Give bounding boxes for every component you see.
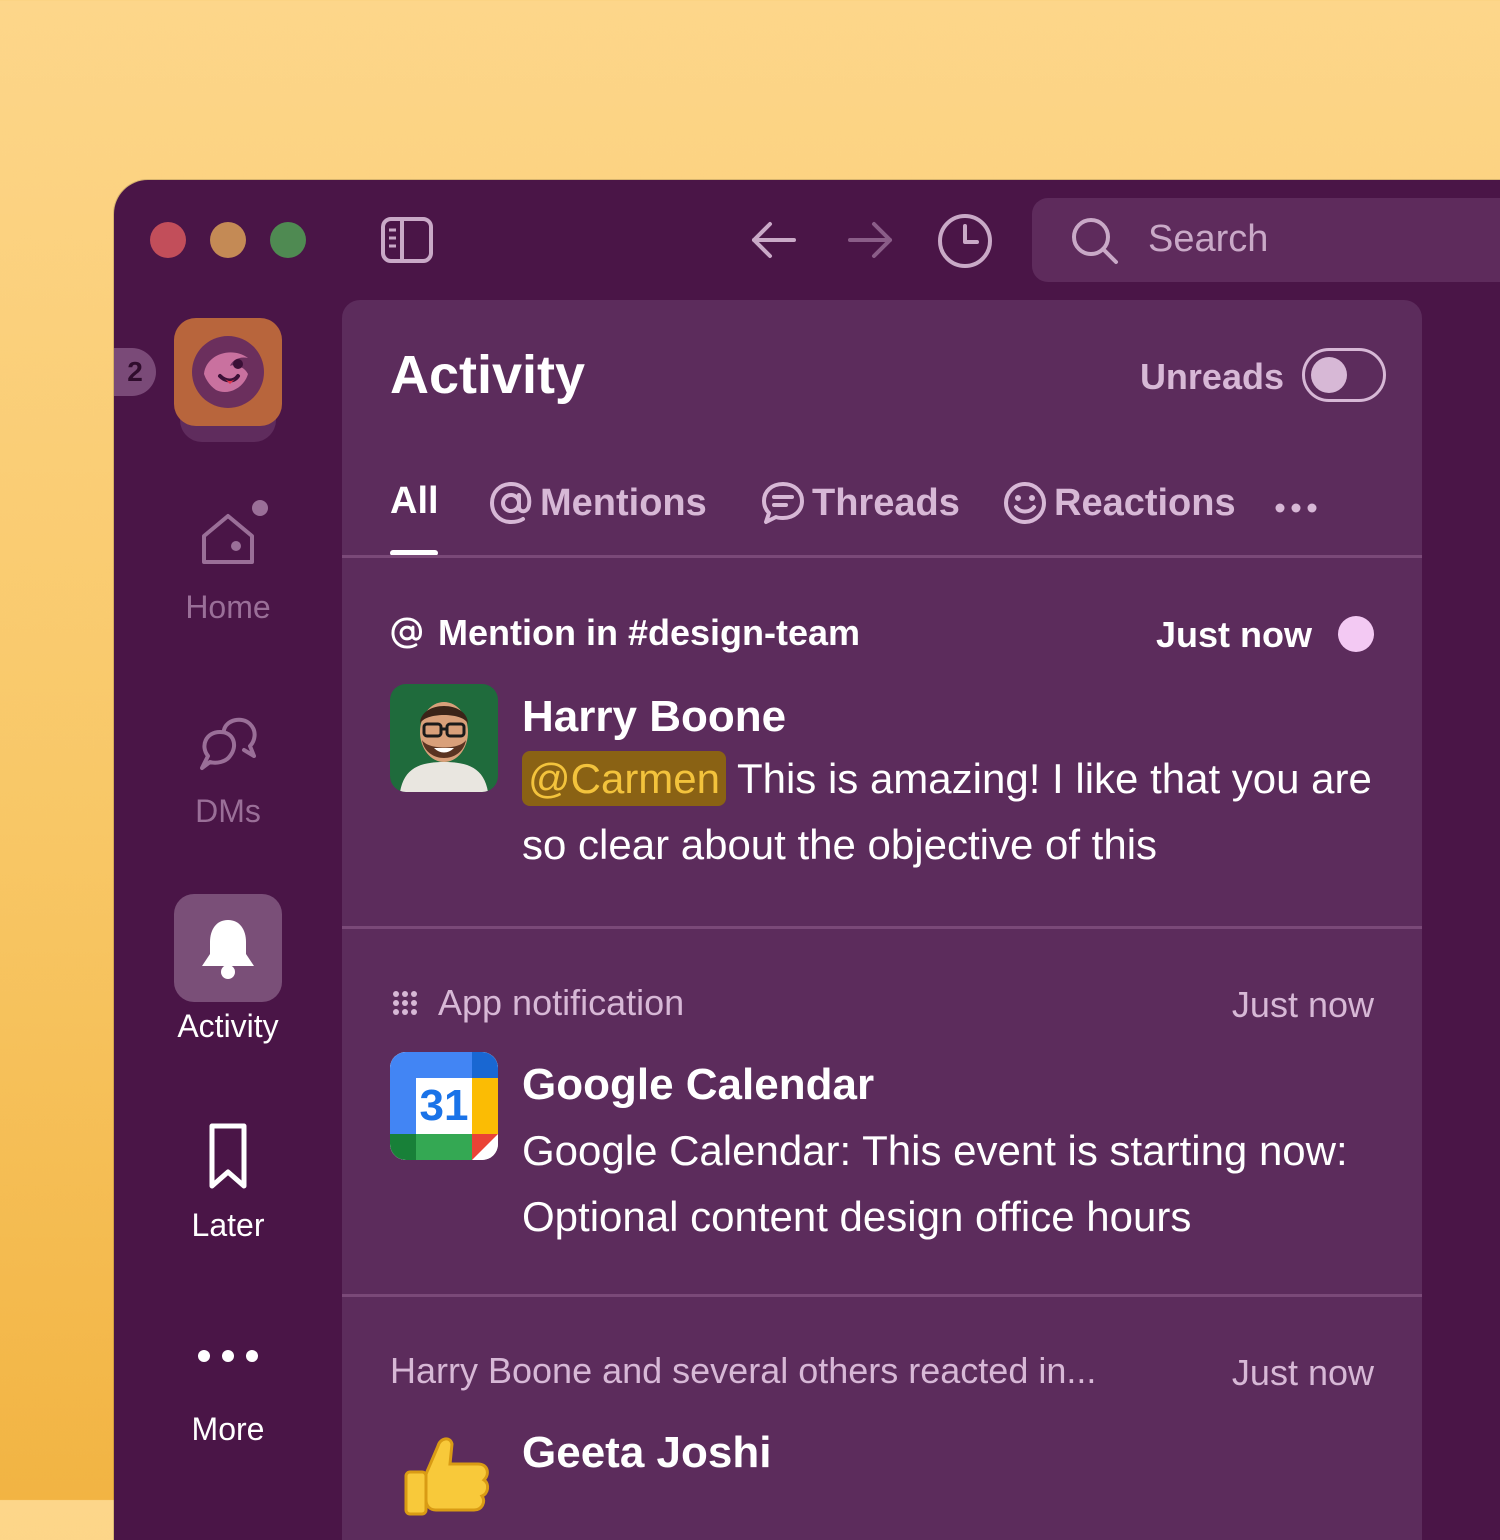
search-icon: [1072, 218, 1118, 264]
maximize-window-button[interactable]: [270, 222, 306, 258]
more-horizontal-icon: [1275, 503, 1317, 513]
activity-item-context: Harry Boone and several others reacted i…: [390, 1350, 1096, 1392]
unread-indicator: [1338, 616, 1374, 652]
message-author[interactable]: Harry Boone: [522, 692, 786, 742]
app-grid-icon: [393, 991, 417, 1015]
unreads-label: Unreads: [1139, 356, 1284, 397]
mention-context-text: Mention in #design-team: [438, 612, 861, 653]
calendar-day-number: 31: [419, 1081, 469, 1130]
activity-selected-box: [174, 894, 282, 1002]
activity-item-time: Just now: [1231, 1352, 1374, 1393]
tab-all-label: All: [390, 480, 439, 522]
activity-item-context: App notification: [390, 982, 684, 1024]
rail-item-activity[interactable]: Activity: [154, 894, 302, 1045]
search-bar[interactable]: Search: [1032, 198, 1500, 282]
avatar[interactable]: [390, 684, 498, 792]
workspace-unread-badge: 2: [114, 348, 156, 396]
tab-reactions[interactable]: Reactions: [1002, 480, 1236, 526]
message-author[interactable]: Geeta Joshi: [522, 1428, 771, 1478]
rail-item-dms[interactable]: DMs: [154, 702, 302, 830]
activity-item-context: Mention in #design-team: [390, 612, 860, 654]
smiley-icon: [1004, 482, 1046, 524]
forward-arrow-icon[interactable]: [846, 218, 894, 262]
message-author[interactable]: Google Calendar: [522, 1060, 874, 1110]
reaction-context-text: Harry Boone and several others reacted i…: [390, 1350, 1097, 1391]
rail-label-home: Home: [185, 589, 271, 625]
rail-label-later: Later: [191, 1207, 265, 1243]
history-clock-icon[interactable]: [936, 212, 994, 270]
message-body: Google Calendar: This event is starting …: [522, 1127, 1348, 1240]
workspace-logo-icon: [192, 336, 264, 408]
search-placeholder: Search: [1148, 218, 1269, 260]
home-icon: [202, 500, 268, 564]
google-calendar-avatar[interactable]: 31: [390, 1052, 498, 1160]
unreads-toggle[interactable]: [1302, 348, 1386, 402]
minimize-window-button[interactable]: [210, 222, 246, 258]
tab-threads-label: Threads: [812, 481, 960, 524]
mention-chip[interactable]: @Carmen: [522, 751, 727, 806]
rail-item-home[interactable]: Home: [154, 498, 302, 626]
tab-mentions[interactable]: Mentions: [488, 480, 707, 526]
bell-icon: [202, 920, 254, 979]
workspace-switcher[interactable]: [174, 318, 282, 426]
app-window: Search 2 Home DMs Activity Later More Ac…: [114, 180, 1500, 1540]
bookmark-icon: [209, 1123, 247, 1189]
sidebar-toggle-icon[interactable]: [380, 216, 434, 264]
toggle-knob: [1311, 357, 1347, 393]
at-sign-icon: [391, 617, 422, 649]
more-horizontal-icon: [198, 1350, 258, 1362]
page-title: Activity: [390, 345, 586, 405]
rail-item-more[interactable]: More: [154, 1320, 302, 1448]
tab-mentions-label: Mentions: [540, 481, 707, 524]
item-divider: [342, 926, 1422, 929]
activity-item-time: Just now: [1231, 984, 1374, 1025]
tab-reactions-label: Reactions: [1054, 481, 1236, 524]
at-sign-icon: [489, 481, 532, 525]
rail-label-dms: DMs: [195, 793, 261, 829]
activity-item-time: Just now: [1155, 614, 1312, 655]
tabs-overflow-button[interactable]: [1274, 484, 1318, 524]
tab-all[interactable]: All: [390, 480, 439, 523]
user-avatar-image: [390, 684, 498, 792]
tabs-divider: [342, 555, 1422, 558]
message-text: @Carmen This is amazing! I like that you…: [522, 746, 1382, 878]
tab-threads[interactable]: Threads: [760, 480, 960, 526]
rail-item-later[interactable]: Later: [154, 1116, 302, 1244]
close-window-button[interactable]: [150, 222, 186, 258]
app-notification-context-text: App notification: [438, 982, 685, 1023]
back-arrow-icon[interactable]: [750, 218, 798, 262]
activity-panel: Activity Unreads All Mentions Threads Re…: [342, 300, 1422, 1540]
item-divider: [342, 1294, 1422, 1297]
rail-label-activity: Activity: [177, 1008, 279, 1044]
threads-icon: [762, 482, 804, 524]
dms-icon: [200, 717, 257, 770]
rail-label-more: More: [191, 1411, 265, 1447]
thumbs-up-icon: [404, 1437, 490, 1516]
